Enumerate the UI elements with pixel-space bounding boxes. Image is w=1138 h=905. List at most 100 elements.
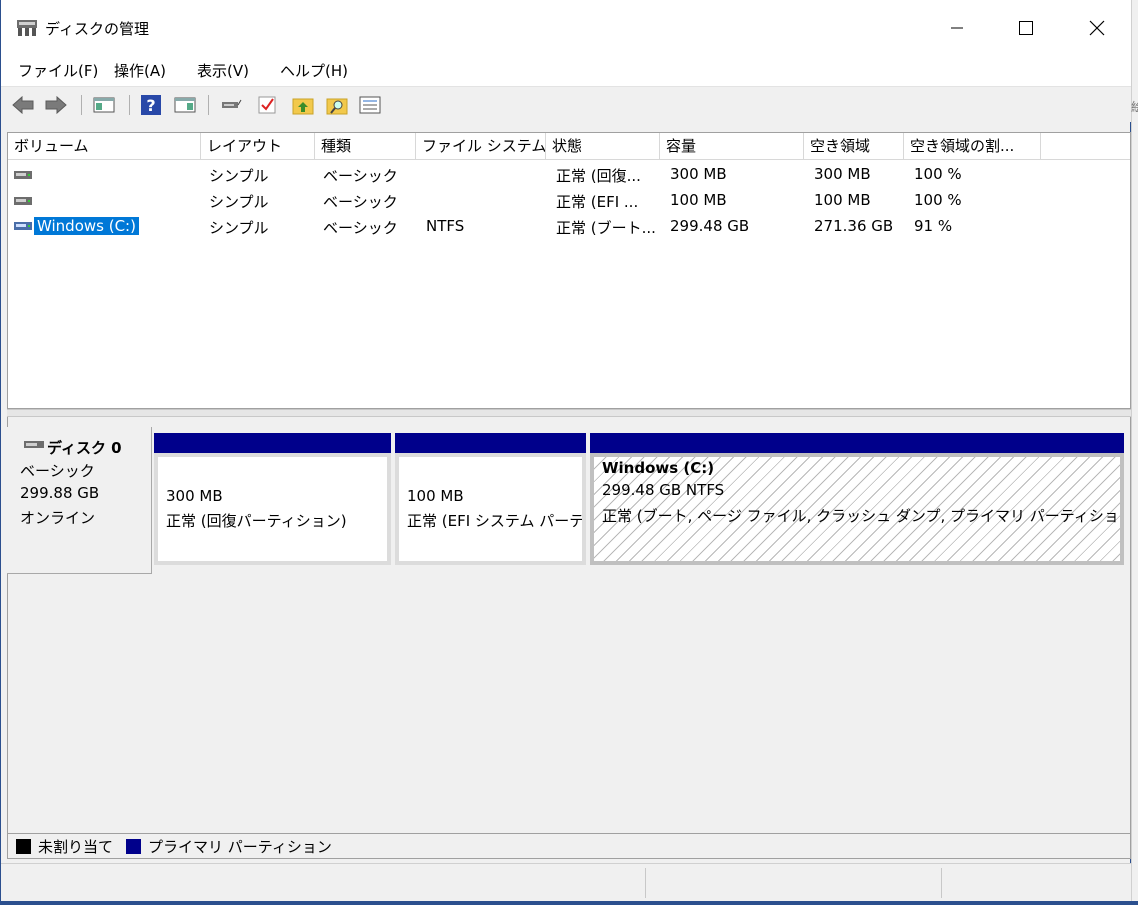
legend-bar: 未割り当て プライマリ パーティション [7,833,1131,859]
back-arrow-icon [12,96,34,114]
column-header-status[interactable]: 状態 [546,133,660,160]
column-header-capacity[interactable]: 容量 [660,133,804,160]
volume-drive-icon [14,222,32,230]
column-header-layout[interactable]: レイアウト [201,133,315,160]
close-icon [1089,20,1105,36]
partition-windows-c[interactable]: Windows (C:) 299.48 GB NTFS 正常 (ブート, ページ… [590,433,1124,565]
disk-name: ディスク 0 [47,439,122,457]
disk-drive-icon [24,441,44,448]
partition-body[interactable]: 100 MB 正常 (EFI システム パーテ [395,453,586,565]
back-button[interactable] [11,94,35,116]
properties-button[interactable] [358,94,382,116]
column-header-filesystem[interactable]: ファイル システム [416,133,546,160]
legend-label-unallocated: 未割り当て [38,838,114,856]
cell-capacity: 300 MB [670,165,727,183]
toolbar: ? [1,87,1131,122]
partition-body[interactable]: 300 MB 正常 (回復パーティション) [154,453,391,565]
partition-status: 正常 (ブート, ページ ファイル, クラッシュ ダンプ, プライマリ パーティ… [602,507,1124,525]
cell-capacity: 299.48 GB [670,217,750,235]
cell-volume[interactable]: Windows (C:) [34,217,139,235]
volume-drive-icon [14,197,32,205]
volume-drive-icon [14,171,32,179]
toolbar-separator [129,95,130,115]
show-console-tree-button[interactable] [92,94,116,116]
menu-file[interactable]: ファイル(F) [18,60,98,81]
menu-action[interactable]: 操作(A) [114,60,166,81]
partition-status: 正常 (EFI システム パーテ [407,512,585,530]
cell-type: ベーシック [323,193,398,211]
check-disk-button[interactable] [255,94,279,116]
cell-free-percent: 100 % [914,191,962,209]
partition-color-bar [590,433,1124,453]
column-header-volume[interactable]: ボリューム [8,133,201,160]
cell-layout: シンプル [209,167,269,185]
legend-swatch-unallocated [16,839,31,854]
partition-recovery[interactable]: 300 MB 正常 (回復パーティション) [154,433,391,565]
cell-free: 100 MB [814,191,871,209]
legend-label-primary: プライマリ パーティション [148,838,332,856]
partition-size: 300 MB [166,487,223,505]
partition-size: 299.48 GB NTFS [602,481,725,499]
menu-help[interactable]: ヘルプ(H) [280,60,348,81]
cell-free: 300 MB [814,165,871,183]
column-header-empty [1041,133,1130,160]
folder-search-icon [326,98,348,115]
window-title: ディスクの管理 [45,20,149,38]
menu-bar: ファイル(F) 操作(A) 表示(V) ヘルプ(H) [1,54,1131,87]
maximize-icon [1019,21,1033,35]
connect-drive-icon [222,99,242,108]
legend-swatch-primary [126,839,141,854]
partition-efi[interactable]: 100 MB 正常 (EFI システム パーテ [395,433,586,565]
disk-state: オンライン [20,509,96,527]
close-button[interactable] [1074,10,1120,46]
status-divider [941,868,942,898]
pane-splitter[interactable] [7,409,1131,417]
partition-status: 正常 (回復パーティション) [166,512,347,530]
selected-volume-label[interactable]: Windows (C:) [34,217,139,235]
action-pane-icon [174,97,196,113]
minimize-button[interactable] [934,10,980,46]
folder-up-button[interactable] [291,94,315,116]
cell-free-percent: 91 % [914,217,953,235]
cell-type: ベーシック [323,219,398,237]
partition-color-bar [395,433,586,453]
status-divider [645,868,646,898]
partition-size: 100 MB [407,487,464,505]
cell-type: ベーシック [323,167,398,185]
disk-management-app-icon [17,20,37,36]
svg-text:?: ? [146,96,155,115]
cell-free: 271.36 GB [814,217,894,235]
toolbar-separator [208,95,209,115]
partition-body-selected[interactable]: Windows (C:) 299.48 GB NTFS 正常 (ブート, ページ… [590,453,1124,565]
partition-title: Windows (C:) [602,459,715,477]
minimize-icon [951,27,963,29]
menu-view[interactable]: 表示(V) [197,60,249,81]
show-action-pane-button[interactable] [173,94,197,116]
cell-status: 正常 (回復... [556,167,641,185]
disk-0-info[interactable]: ディスク 0 ベーシック 299.88 GB オンライン [7,427,152,574]
check-icon [258,96,276,114]
column-header-type[interactable]: 種類 [315,133,416,160]
cell-status: 正常 (EFI ... [556,193,639,211]
folder-search-button[interactable] [325,94,349,116]
column-header-free-space[interactable]: 空き領域 [804,133,904,160]
cell-capacity: 100 MB [670,191,727,209]
status-bar [1,863,1131,902]
maximize-button[interactable] [1003,10,1049,46]
cell-layout: シンプル [209,219,269,237]
partition-color-bar [154,433,391,453]
disk-type: ベーシック [20,462,95,480]
help-icon: ? [141,95,161,115]
folder-up-icon [292,98,314,115]
column-header-free-percent[interactable]: 空き領域の割... [904,133,1041,160]
cell-filesystem: NTFS [426,217,465,235]
cell-status: 正常 (ブート... [556,219,656,237]
help-button[interactable]: ? [139,94,163,116]
volume-list[interactable]: ボリューム レイアウト 種類 ファイル システム 状態 容量 空き領域 空き領域… [7,132,1131,409]
forward-arrow-icon [45,96,67,114]
title-bar[interactable]: ディスクの管理 [1,0,1131,54]
connect-drive-button[interactable] [219,94,243,116]
taskbar-edge [0,901,1138,905]
cell-layout: シンプル [209,193,269,211]
forward-button[interactable] [44,94,68,116]
